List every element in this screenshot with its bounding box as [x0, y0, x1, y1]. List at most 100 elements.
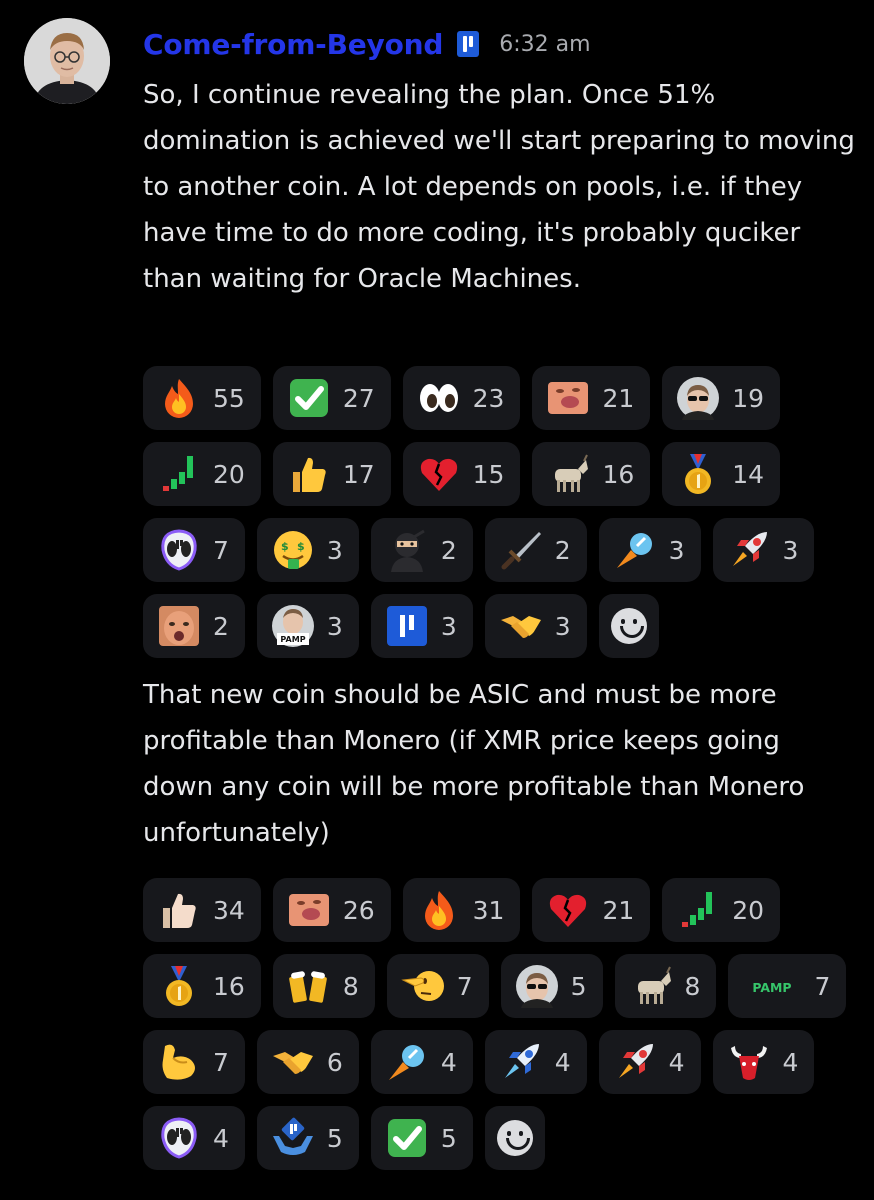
reaction-sunglasses-avatar[interactable]: 5: [500, 954, 603, 1018]
reaction-fire[interactable]: 55: [143, 366, 261, 430]
reaction-beers[interactable]: 8: [272, 954, 375, 1018]
reaction-thumbs-up-light[interactable]: 34: [143, 878, 261, 942]
add-reaction-button[interactable]: [598, 594, 659, 658]
reaction-ninja[interactable]: 2: [370, 518, 473, 582]
svg-text:$: $: [297, 540, 305, 553]
reaction-broken-heart[interactable]: 15: [402, 442, 521, 506]
reaction-count: 19: [732, 383, 765, 413]
reaction-count: 7: [456, 971, 473, 1001]
reaction-count: 3: [326, 535, 343, 565]
reaction-pamp-avatar[interactable]: PAMP 3: [256, 594, 359, 658]
reaction-pointing-face[interactable]: 7: [386, 954, 489, 1018]
reaction-count: 2: [213, 611, 229, 641]
reaction-goat[interactable]: 16: [532, 442, 651, 506]
reaction-count: 16: [213, 971, 245, 1001]
reaction-rocket[interactable]: 3: [712, 518, 815, 582]
reaction-rocket[interactable]: 4: [598, 1030, 701, 1094]
reaction-row: 4 5 5: [143, 1106, 557, 1170]
reaction-alien[interactable]: 4: [143, 1106, 245, 1170]
reaction-handshake[interactable]: 3: [484, 594, 587, 658]
medal-icon: [157, 964, 201, 1008]
reaction-row: 7 6 4 4 4 4: [143, 1030, 826, 1094]
rocket-blue-icon: [499, 1040, 543, 1084]
message-timestamp: 6:32 am: [499, 31, 591, 57]
reaction-row: 2 PAMP 3 3 3: [143, 594, 671, 658]
pointing-face-icon: [400, 964, 445, 1008]
handshake-icon: [271, 1040, 315, 1084]
reaction-pamp-text[interactable]: PAMP 7: [728, 954, 847, 1018]
reaction-comet[interactable]: 3: [598, 518, 701, 582]
reaction-dagger[interactable]: 2: [484, 518, 587, 582]
reaction-goat[interactable]: 8: [614, 954, 717, 1018]
reaction-count: 20: [213, 459, 245, 489]
reaction-check[interactable]: 27: [272, 366, 391, 430]
reaction-fire[interactable]: 31: [402, 878, 521, 942]
reaction-count: 2: [440, 535, 457, 565]
thumbs-up-icon: [287, 452, 331, 496]
qubic-icon: [385, 604, 429, 648]
broken-heart-icon: [546, 888, 590, 932]
reaction-count: 20: [732, 895, 765, 925]
reaction-count: 21: [602, 383, 635, 413]
alien-icon: [157, 528, 201, 572]
reaction-money-face[interactable]: $ $ 3: [256, 518, 359, 582]
reaction-count: 3: [326, 611, 343, 641]
flexed-biceps-icon: [157, 1040, 201, 1084]
author-avatar[interactable]: [24, 18, 110, 104]
money-face-icon: $ $: [271, 528, 315, 572]
reaction-count: 3: [782, 535, 799, 565]
reaction-count: 15: [472, 459, 505, 489]
reaction-rocket-blue[interactable]: 4: [484, 1030, 587, 1094]
goat-icon: [546, 452, 590, 496]
chart-up-icon: [676, 888, 720, 932]
comet-icon: [613, 528, 657, 572]
dagger-icon: [499, 528, 543, 572]
reaction-eyes[interactable]: 23: [402, 366, 521, 430]
reaction-medal[interactable]: 14: [662, 442, 781, 506]
check-icon: [385, 1116, 429, 1160]
reaction-count: 4: [554, 1047, 571, 1077]
reaction-face-photo[interactable]: 2: [143, 594, 245, 658]
reaction-count: 4: [213, 1123, 229, 1153]
reaction-thumbs-up[interactable]: 17: [272, 442, 391, 506]
reaction-broken-heart[interactable]: 21: [532, 878, 651, 942]
reaction-row: 34 26 31 21 20: [143, 878, 792, 942]
author-username[interactable]: Come-from-Beyond: [143, 28, 443, 61]
reaction-chart-up[interactable]: 20: [143, 442, 261, 506]
reaction-count: 4: [440, 1047, 457, 1077]
reaction-bull[interactable]: 4: [712, 1030, 815, 1094]
reaction-row: 16 8 7 5 8 PAMP 7: [143, 954, 858, 1018]
add-reaction-button[interactable]: [484, 1106, 545, 1170]
reaction-count: 6: [326, 1047, 343, 1077]
reaction-count: 5: [326, 1123, 343, 1153]
reaction-chart-up[interactable]: 20: [662, 878, 781, 942]
qubic-badge-icon: [457, 31, 480, 57]
pamp-text-icon: PAMP: [742, 964, 802, 1008]
reaction-qubic-hands[interactable]: 5: [256, 1106, 359, 1170]
reaction-flexed-biceps[interactable]: 7: [143, 1030, 245, 1094]
reaction-sunglasses-avatar[interactable]: 19: [662, 366, 781, 430]
reaction-count: 2: [554, 535, 571, 565]
reaction-count: 26: [342, 895, 375, 925]
reaction-handshake[interactable]: 6: [256, 1030, 359, 1094]
reaction-face-emote[interactable]: 26: [272, 878, 391, 942]
reaction-face-emote[interactable]: 21: [532, 366, 651, 430]
reaction-qubic[interactable]: 3: [370, 594, 473, 658]
reaction-count: 7: [213, 535, 229, 565]
reaction-count: 16: [602, 459, 635, 489]
reaction-count: 27: [342, 383, 375, 413]
comet-icon: [385, 1040, 429, 1084]
bull-icon: [727, 1040, 771, 1084]
reaction-count: 55: [213, 383, 245, 413]
add-reaction-icon: [496, 1120, 533, 1156]
alien-icon: [157, 1116, 201, 1160]
face-photo-icon: [157, 604, 201, 648]
reaction-alien[interactable]: 7: [143, 518, 245, 582]
rocket-icon: [727, 528, 771, 572]
reaction-comet[interactable]: 4: [370, 1030, 473, 1094]
reaction-check[interactable]: 5: [370, 1106, 473, 1170]
handshake-icon: [499, 604, 543, 648]
sunglasses-avatar-icon: [515, 964, 559, 1008]
reaction-medal[interactable]: 16: [143, 954, 261, 1018]
reaction-count: 8: [342, 971, 359, 1001]
